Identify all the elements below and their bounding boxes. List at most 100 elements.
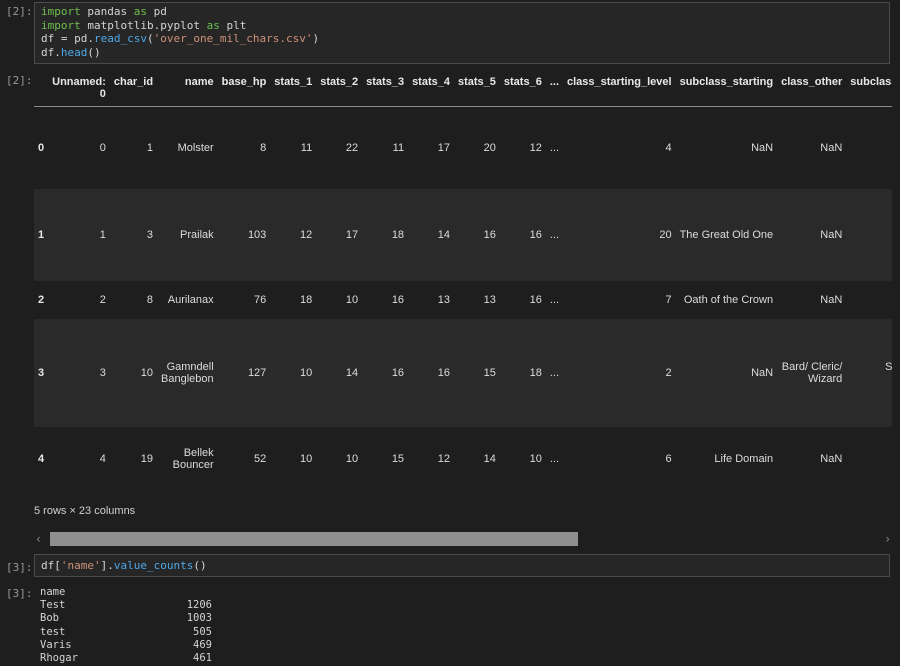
code-token: 'name'	[60, 559, 101, 572]
code-token: df = pd.	[41, 32, 94, 45]
row-index: 0	[38, 141, 45, 154]
code-token: import	[41, 5, 81, 18]
table-cell: 14	[483, 452, 496, 465]
column-header: stats_3	[362, 76, 409, 107]
table-cell: 3	[109, 188, 158, 281]
value-counts-header: name	[40, 586, 66, 598]
column-header: stats_4	[408, 76, 454, 107]
column-header: char_id	[109, 76, 158, 107]
table-cell: Bard/ Cleric/ Wizard	[777, 318, 847, 427]
table-cell: 13	[437, 293, 450, 306]
code-token: as	[206, 18, 220, 32]
table-cell: 4	[99, 452, 106, 465]
output-prompt: [2]:	[6, 74, 33, 87]
code-line: df = pd.read_csv('over_one_mil_chars.csv…	[41, 32, 889, 46]
table-cell: NaN	[820, 141, 843, 154]
code-token: df.	[41, 45, 61, 59]
row-index: 4	[38, 452, 45, 465]
value-count-name: test	[40, 625, 66, 638]
table-cell: 10	[299, 452, 313, 465]
table-cell: Bellek Bouncer	[172, 446, 214, 471]
table-cell: 11	[392, 141, 405, 154]
table-cell: Molster	[177, 141, 214, 154]
scroll-left-icon[interactable]: ‹	[36, 532, 41, 546]
column-header: subclass_other	[846, 76, 892, 107]
value-count-number: 505	[193, 625, 212, 638]
code-line: df['name'].value_counts()	[41, 559, 889, 573]
code-token: )	[312, 32, 320, 45]
table-cell: 22	[345, 141, 359, 154]
value-count-number: 1206	[186, 599, 212, 612]
table-cell: 10	[529, 452, 542, 465]
table-cell: 16	[408, 318, 454, 427]
horizontal-scrollbar[interactable]: ‹ ›	[34, 530, 892, 548]
table-cell: 16	[453, 188, 500, 281]
column-header: base_hp	[217, 76, 271, 107]
value-count-row: Test 1206	[40, 599, 212, 612]
value-count-row: Bob 1003	[40, 612, 212, 625]
scroll-thumb[interactable]	[50, 532, 578, 546]
table-cell: NaN	[846, 107, 892, 189]
code-token: as	[133, 5, 147, 18]
dataframe-shape: 5 rows × 23 columns	[34, 505, 136, 517]
table-cell: 16	[391, 293, 405, 306]
table-cell: Life Domain	[714, 452, 774, 465]
dataframe-table: Unnamed: 0 char_id name base_hp stats_1 stats…	[34, 76, 892, 491]
table-cell: NaN	[820, 293, 843, 306]
index-header	[34, 76, 49, 107]
column-header: stats_1	[270, 76, 317, 107]
table-cell: 17	[437, 141, 450, 154]
value-count-name: Varis	[40, 638, 72, 651]
scroll-right-icon[interactable]: ›	[885, 532, 890, 546]
value-count-number: 469	[193, 638, 212, 651]
row-index: 1	[34, 188, 49, 281]
value-count-number: 461	[193, 652, 212, 665]
table-row: 1 1 3 Prailak 103 12 17 18 14 16 16... 20 The Great …	[34, 188, 892, 281]
table-cell: 2	[99, 293, 106, 306]
table-cell: ...	[545, 318, 563, 427]
table-cell: NaN	[675, 318, 778, 427]
table-cell: ...	[549, 141, 559, 154]
value-count-number: 1003	[186, 612, 212, 625]
column-header: Unnamed: 0	[48, 76, 110, 107]
table-cell: ...	[545, 188, 563, 281]
table-cell: ...	[549, 452, 559, 465]
table-cell: 6	[665, 452, 672, 465]
table-row: 001Molster8112211172012...4NaNNaNNaN	[34, 107, 892, 189]
table-cell: NaN	[846, 427, 892, 491]
column-header: stats_2	[316, 76, 363, 107]
table-cell: 12	[437, 452, 450, 465]
table-cell: 18	[299, 293, 313, 306]
column-header: stats_6	[499, 76, 546, 107]
table-cell: 8	[146, 293, 154, 306]
table-cell: Prailak	[157, 188, 218, 281]
code-token: ()	[87, 45, 101, 59]
value-counts-output: name Test 1206 Bob 1003 test 505 Varis 469 Rhoga…	[40, 586, 212, 665]
value-count-row: test 505	[40, 626, 212, 639]
column-header: class_starting_level	[563, 76, 676, 107]
table-cell: 16	[499, 188, 546, 281]
code-token: import	[41, 18, 81, 32]
cell-prompt: [3]:	[6, 561, 33, 574]
code-cell-input[interactable]: df['name'].value_counts()	[34, 554, 890, 577]
column-header: class_other	[777, 76, 847, 107]
code-line: df.head()	[41, 46, 889, 60]
row-index: 3	[34, 318, 49, 427]
table-cell: 19	[140, 452, 154, 465]
output-prompt: [3]:	[6, 587, 33, 600]
table-cell: ...	[549, 293, 559, 306]
code-cell-input[interactable]: import pandas as pd import matplotlib.pyp…	[34, 2, 890, 64]
code-token: matplotlib.pyplot	[80, 18, 207, 32]
code-token: ].	[100, 559, 114, 572]
table-cell: Oath of the Crown	[683, 293, 774, 306]
table-cell: 1	[48, 188, 110, 281]
table-row: 3 3 10 Gamndell Banglebon 127 10 14 16 16 15 18...…	[34, 318, 892, 427]
table-cell: 14	[316, 318, 363, 427]
table-row: 4 4 19 Bellek Bouncer 52 10 10 15 12 14 10... 6 Life…	[34, 427, 892, 491]
table-cell: NaN	[820, 452, 843, 465]
code-token: plt	[219, 18, 247, 32]
code-token: ()	[193, 559, 207, 572]
table-cell: 10	[345, 293, 359, 306]
column-header: ...	[545, 76, 563, 107]
code-line: import pandas as pd	[41, 5, 889, 19]
